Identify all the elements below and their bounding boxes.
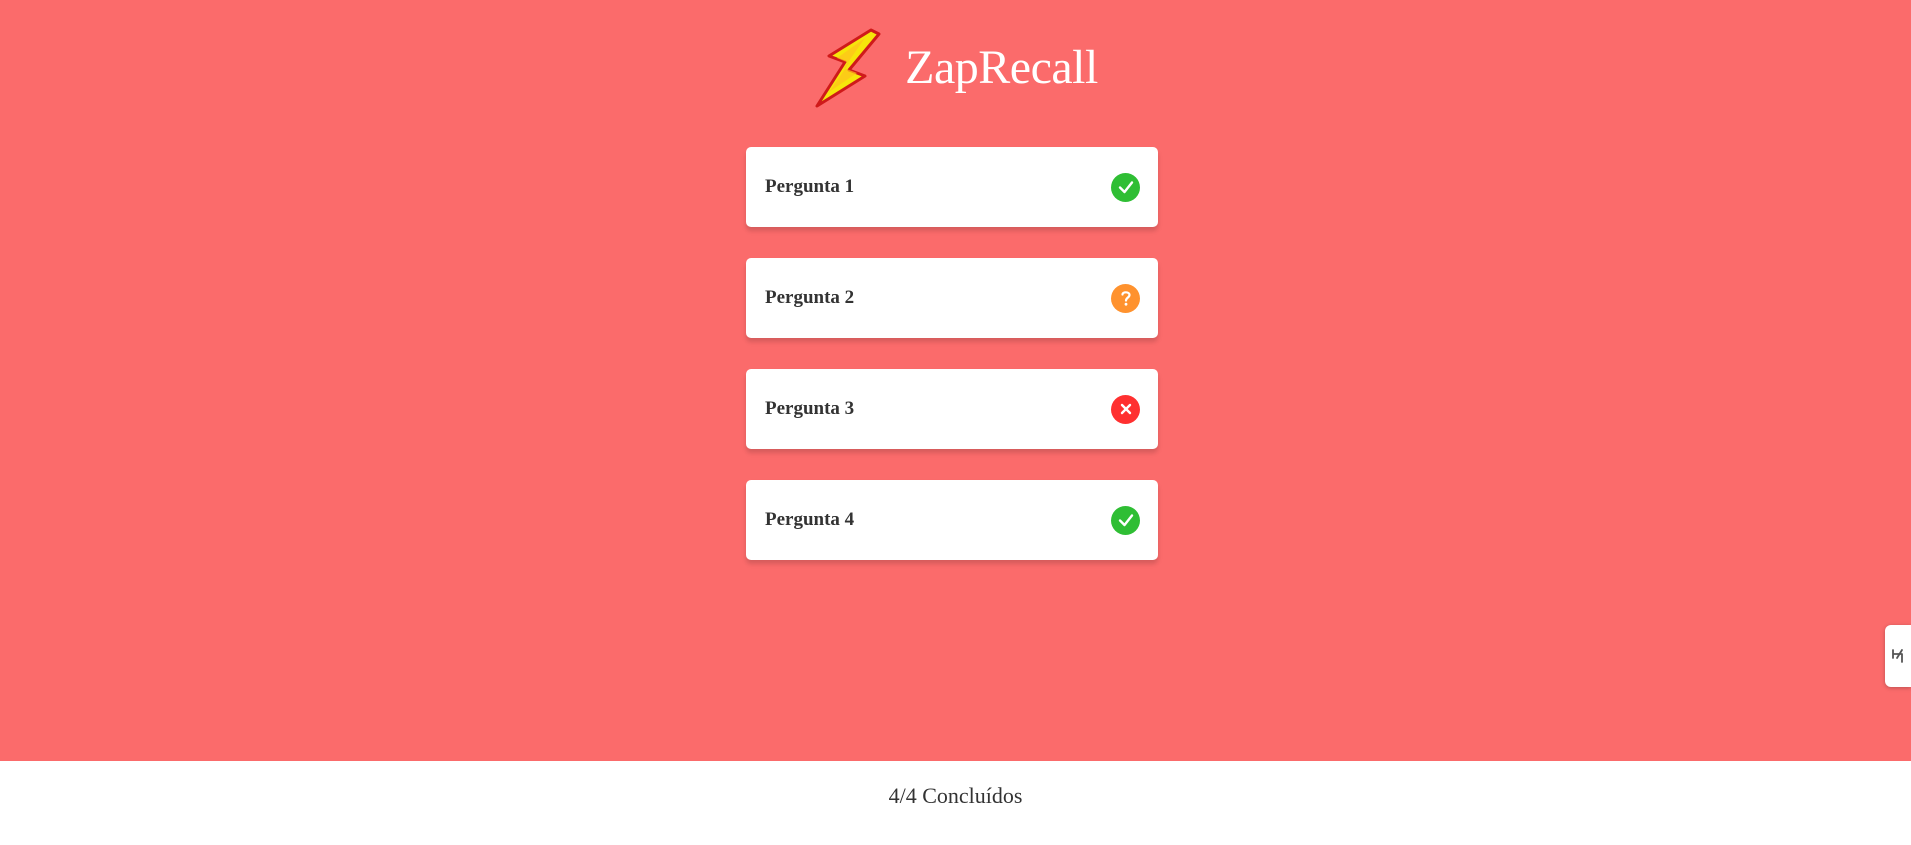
question-label: Pergunta 2 bbox=[765, 287, 855, 308]
footer: 4/4 Concluídos bbox=[0, 761, 1911, 845]
question-card[interactable]: Pergunta 4 bbox=[746, 480, 1158, 560]
close-circle-icon[interactable] bbox=[1111, 394, 1140, 424]
lightning-bolt-icon bbox=[813, 28, 883, 108]
question-card[interactable]: Pergunta 1 bbox=[746, 147, 1158, 227]
question-list: Pergunta 1 Pergunta 2 Pergunta 3 Pergunt… bbox=[746, 147, 1158, 591]
question-card[interactable]: Pergunta 2 bbox=[746, 258, 1158, 338]
question-label: Pergunta 3 bbox=[765, 398, 855, 419]
header: ZapRecall bbox=[0, 28, 1911, 108]
question-label: Pergunta 1 bbox=[765, 176, 855, 197]
extension-tab-icon[interactable] bbox=[1885, 625, 1911, 687]
question-label: Pergunta 4 bbox=[765, 509, 855, 530]
progress-counter: 4/4 Concluídos bbox=[888, 783, 1023, 808]
check-circle-icon[interactable] bbox=[1111, 172, 1140, 202]
app-title: ZapRecall bbox=[905, 41, 1098, 94]
check-circle-icon[interactable] bbox=[1111, 505, 1140, 535]
help-circle-icon[interactable] bbox=[1111, 283, 1140, 313]
question-card[interactable]: Pergunta 3 bbox=[746, 369, 1158, 449]
app-root: ZapRecall Pergunta 1 Pergunta 2 Pergunta… bbox=[0, 0, 1911, 845]
